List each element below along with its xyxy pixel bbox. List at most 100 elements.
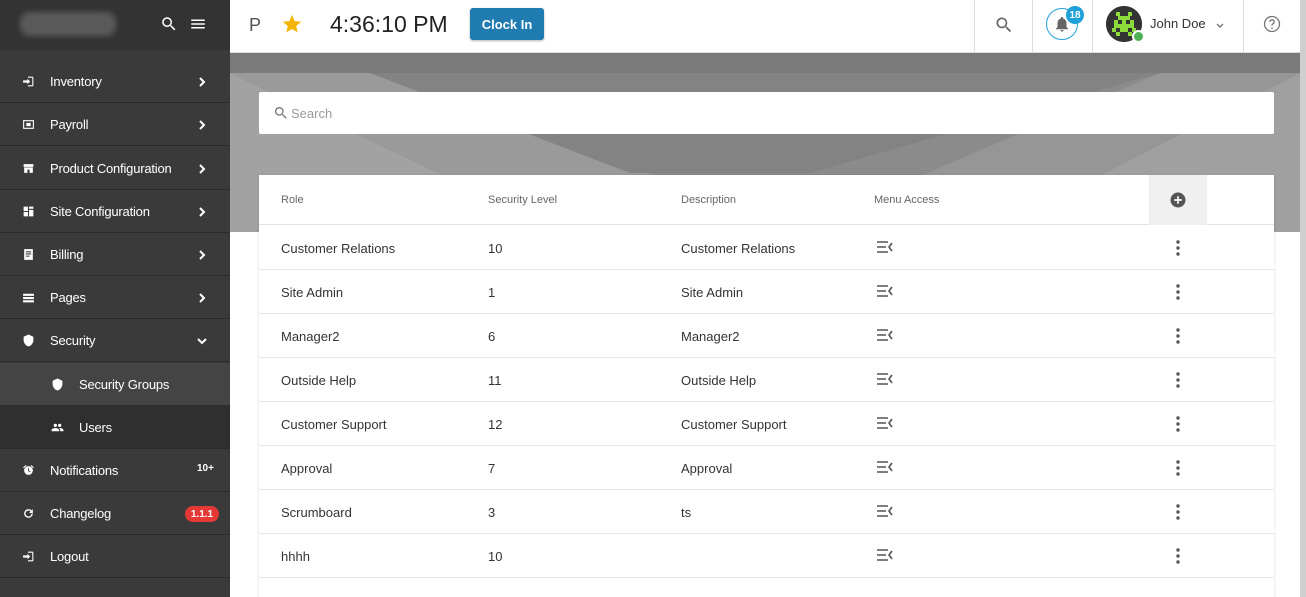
search-icon[interactable] (158, 13, 180, 35)
more-options-icon[interactable] (1169, 327, 1187, 345)
menu-access-icon[interactable] (876, 548, 894, 562)
star-icon[interactable] (281, 13, 303, 35)
cell-security-level: 3 (488, 505, 496, 520)
p-label[interactable]: P (249, 15, 261, 36)
chevron-down-icon (196, 334, 208, 346)
column-header-role[interactable]: Role (281, 194, 304, 206)
add-role-button[interactable] (1149, 175, 1207, 225)
cell-role: Outside Help (281, 373, 357, 388)
cell-description: Outside Help (681, 373, 757, 388)
cell-role: Approval (281, 461, 333, 476)
table-row[interactable]: Site Admin 1 Site Admin (259, 270, 1274, 314)
more-options-icon[interactable] (1169, 415, 1187, 433)
hamburger-menu-icon[interactable] (187, 13, 209, 35)
cell-role: Manager2 (281, 329, 340, 344)
sidebar-item-payroll[interactable]: Payroll (0, 103, 230, 146)
sidebar-item-label: Security Groups (79, 376, 170, 392)
add-circle-icon (1170, 192, 1186, 208)
column-header-description[interactable]: Description (681, 194, 736, 206)
chevron-right-icon (196, 248, 208, 260)
cell-security-level: 11 (488, 373, 502, 388)
cell-description: ts (681, 505, 692, 520)
sidebar-item-label: Changelog (50, 505, 112, 521)
table-row[interactable]: Scrumboard 3 ts (259, 490, 1274, 534)
security-groups-table: Role Security Level Description Menu Acc… (259, 175, 1274, 597)
more-options-icon[interactable] (1169, 547, 1187, 565)
search-bar (259, 92, 1274, 134)
column-header-menu-access[interactable]: Menu Access (874, 194, 939, 206)
table-row[interactable]: Approval 7 Approval (259, 446, 1274, 490)
cell-description: Customer Support (681, 417, 787, 432)
billing-icon (21, 247, 36, 262)
search-icon[interactable] (994, 15, 1014, 35)
version-badge: 1.1.1 (185, 506, 219, 522)
more-options-icon[interactable] (1169, 371, 1187, 389)
store-icon (21, 161, 36, 176)
header-divider (974, 0, 975, 53)
cell-security-level: 10 (488, 549, 503, 564)
menu-access-icon[interactable] (876, 240, 894, 254)
cell-security-level: 12 (488, 417, 503, 432)
menu-access-icon[interactable] (876, 416, 894, 430)
scrollbar[interactable] (1300, 0, 1306, 597)
cell-security-level: 7 (488, 461, 496, 476)
sidebar-item-label: Billing (50, 246, 84, 262)
more-options-icon[interactable] (1169, 503, 1187, 521)
search-input[interactable] (291, 102, 1191, 124)
sidebar-item-label: Logout (50, 548, 89, 564)
cell-security-level: 1 (488, 285, 496, 300)
users-icon (50, 420, 65, 435)
table-row[interactable]: hhhh 10 (259, 534, 1274, 578)
sidebar-item-label: Notifications (50, 462, 119, 478)
sidebar-item-pages[interactable]: Pages (0, 276, 230, 319)
more-options-icon[interactable] (1169, 283, 1187, 301)
top-header: P 4:36:10 PM Clock In 18 John Doe (230, 0, 1306, 53)
menu-access-icon[interactable] (876, 328, 894, 342)
menu-access-icon[interactable] (876, 504, 894, 518)
sidebar-item-product-configuration[interactable]: Product Configuration (0, 147, 230, 190)
chevron-right-icon (196, 118, 208, 130)
chevron-down-icon[interactable] (1214, 18, 1226, 30)
cell-description: Manager2 (681, 329, 740, 344)
sidebar-item-billing[interactable]: Billing (0, 233, 230, 276)
sidebar: Inventory Payroll Product Configuration … (0, 0, 230, 597)
table-row[interactable]: Customer Support 12 Customer Support (259, 402, 1274, 446)
table-row[interactable]: Manager2 6 Manager2 (259, 314, 1274, 358)
sidebar-item-changelog[interactable]: Changelog 1.1.1 (0, 492, 230, 535)
company-logo[interactable] (20, 12, 116, 36)
notification-count-badge: 18 (1066, 6, 1084, 24)
column-header-security-level[interactable]: Security Level (488, 194, 557, 206)
more-options-icon[interactable] (1169, 239, 1187, 257)
cell-role: Customer Support (281, 417, 387, 432)
sidebar-item-logout[interactable]: Logout (0, 535, 230, 578)
more-options-icon[interactable] (1169, 459, 1187, 477)
sidebar-item-label: Users (79, 419, 112, 435)
pages-icon (21, 290, 36, 305)
sidebar-item-security[interactable]: Security (0, 319, 230, 362)
table-header: Role Security Level Description Menu Acc… (259, 175, 1274, 225)
login-icon (21, 74, 36, 89)
dashboard-icon (21, 204, 36, 219)
header-divider (1032, 0, 1033, 53)
clock-in-button[interactable]: Clock In (470, 8, 544, 40)
cell-role: Scrumboard (281, 505, 352, 520)
chevron-right-icon (196, 75, 208, 87)
table-row[interactable]: Customer Relations 10 Customer Relations (259, 226, 1274, 270)
sidebar-item-security-groups[interactable]: Security Groups (0, 363, 230, 406)
user-name[interactable]: John Doe (1150, 16, 1206, 31)
menu-access-icon[interactable] (876, 372, 894, 386)
menu-access-icon[interactable] (876, 284, 894, 298)
sidebar-item-users[interactable]: Users (0, 406, 230, 449)
sidebar-item-label: Site Configuration (50, 203, 150, 219)
sidebar-item-site-configuration[interactable]: Site Configuration (0, 190, 230, 233)
cell-role: hhhh (281, 549, 310, 564)
cell-security-level: 10 (488, 241, 503, 256)
sidebar-item-inventory[interactable]: Inventory (0, 60, 230, 103)
sidebar-item-notifications[interactable]: Notifications 10+ (0, 449, 230, 492)
sidebar-logo-area (0, 0, 230, 50)
cell-role: Site Admin (281, 285, 344, 300)
menu-access-icon[interactable] (876, 460, 894, 474)
help-icon[interactable] (1262, 14, 1282, 34)
table-row[interactable]: Outside Help 11 Outside Help (259, 358, 1274, 402)
cell-security-level: 6 (488, 329, 496, 344)
